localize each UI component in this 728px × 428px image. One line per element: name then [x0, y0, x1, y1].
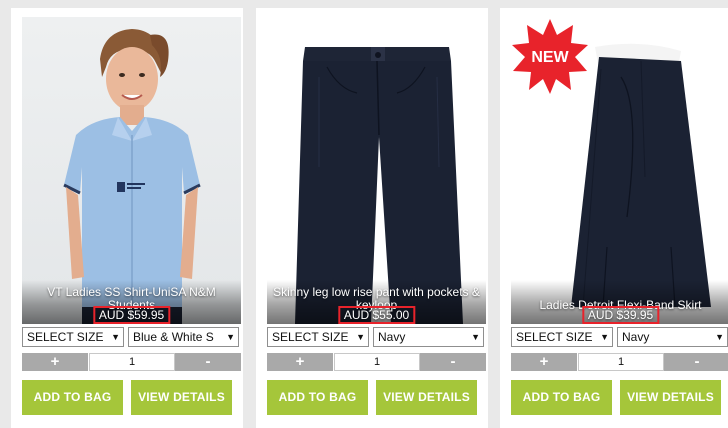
- dropdown-arrow-icon: ▼: [715, 332, 724, 342]
- dropdown-arrow-icon: ▼: [600, 332, 609, 342]
- quantity-stepper: + 1 -: [511, 353, 728, 371]
- view-details-button[interactable]: VIEW DETAILS: [131, 380, 232, 415]
- dropdown-arrow-icon: ▼: [226, 332, 235, 342]
- size-select[interactable]: SELECT SIZE ▼: [511, 327, 613, 347]
- qty-decrease-button[interactable]: -: [664, 353, 728, 371]
- view-details-button[interactable]: VIEW DETAILS: [376, 380, 477, 415]
- new-badge-label: NEW: [531, 49, 569, 66]
- colour-select-value: Navy: [378, 330, 406, 344]
- colour-select[interactable]: Navy ▼: [617, 327, 728, 347]
- quantity-input[interactable]: 1: [334, 353, 420, 371]
- dropdown-arrow-icon: ▼: [471, 332, 480, 342]
- product-price: AUD $55.00: [337, 306, 416, 324]
- product-price: AUD $39.95: [581, 306, 660, 324]
- new-badge-icon: NEW: [512, 19, 588, 94]
- view-details-button[interactable]: VIEW DETAILS: [620, 380, 721, 415]
- dropdown-arrow-icon: ▼: [356, 332, 365, 342]
- quantity-stepper: + 1 -: [267, 353, 486, 371]
- qty-increase-button[interactable]: +: [22, 353, 88, 371]
- size-select-value: SELECT SIZE: [27, 330, 104, 344]
- size-select[interactable]: SELECT SIZE ▼: [267, 327, 369, 347]
- dropdown-arrow-icon: ▼: [111, 332, 120, 342]
- colour-select-value: Navy: [622, 330, 650, 344]
- quantity-input[interactable]: 1: [89, 353, 175, 371]
- add-to-bag-button[interactable]: ADD TO BAG: [22, 380, 123, 415]
- add-to-bag-button[interactable]: ADD TO BAG: [267, 380, 368, 415]
- qty-increase-button[interactable]: +: [511, 353, 577, 371]
- colour-select[interactable]: Navy ▼: [373, 327, 484, 347]
- colour-select[interactable]: Blue & White S ▼: [128, 327, 239, 347]
- size-select-value: SELECT SIZE: [272, 330, 349, 344]
- qty-decrease-button[interactable]: -: [175, 353, 241, 371]
- shirt-model-illustration: [63, 29, 201, 324]
- product-image[interactable]: VT Ladies SS Shirt-UniSA N&M Students AU…: [22, 17, 241, 324]
- quantity-stepper: + 1 -: [22, 353, 241, 371]
- product-image[interactable]: Skinny leg low rise pant with pockets & …: [267, 17, 486, 324]
- qty-increase-button[interactable]: +: [267, 353, 333, 371]
- product-card: VT Ladies SS Shirt-UniSA N&M Students AU…: [11, 8, 243, 428]
- qty-decrease-button[interactable]: -: [420, 353, 486, 371]
- size-select-value: SELECT SIZE: [516, 330, 593, 344]
- product-card: Skinny leg low rise pant with pockets & …: [256, 8, 488, 428]
- product-image[interactable]: NEW Ladies Detroit Flexi-Band Skirt AUD …: [511, 17, 728, 324]
- product-card: NEW Ladies Detroit Flexi-Band Skirt AUD …: [500, 8, 728, 428]
- quantity-input[interactable]: 1: [578, 353, 664, 371]
- size-select[interactable]: SELECT SIZE ▼: [22, 327, 124, 347]
- add-to-bag-button[interactable]: ADD TO BAG: [511, 380, 612, 415]
- product-price: AUD $59.95: [92, 306, 171, 324]
- colour-select-value: Blue & White S: [133, 330, 214, 344]
- pants-illustration: [295, 47, 463, 324]
